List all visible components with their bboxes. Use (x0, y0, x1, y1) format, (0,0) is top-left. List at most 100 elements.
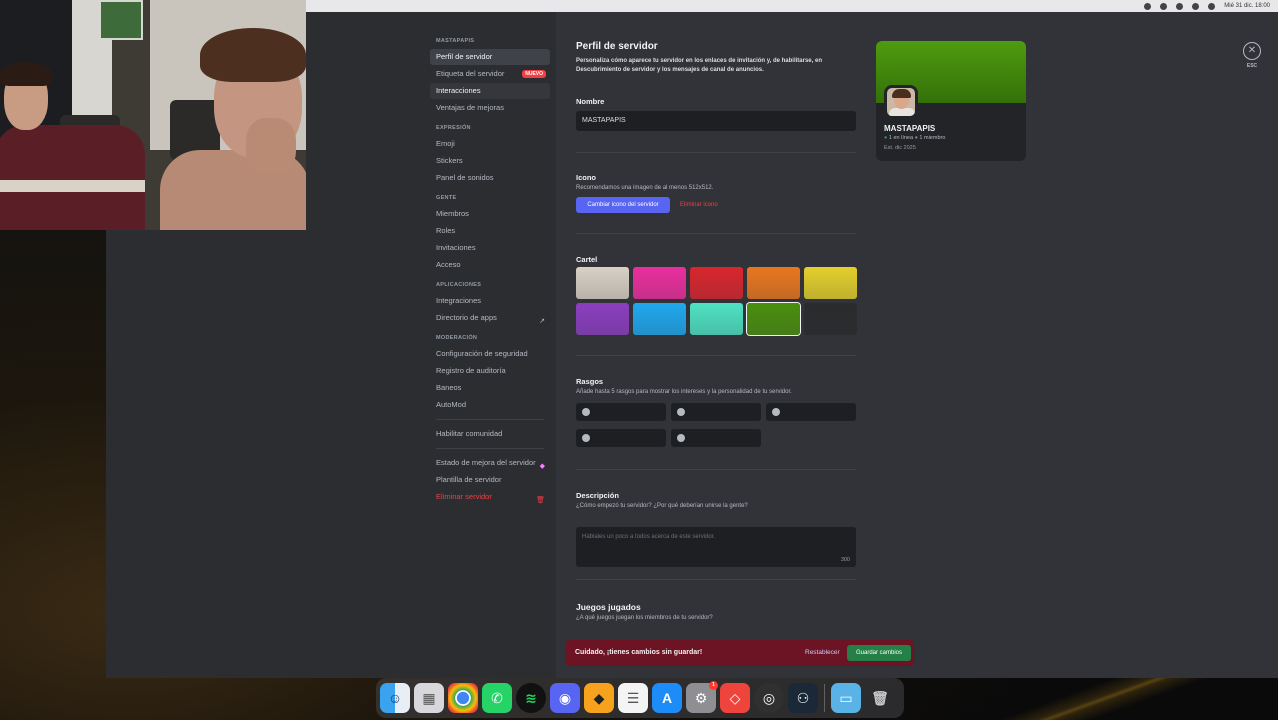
unsaved-changes-message: Cuidado, ¡tienes cambios sin guardar! (575, 649, 703, 656)
icon-hint: Recomendamos una imagen de al menos 512x… (576, 185, 714, 191)
nav-item-safety-setup[interactable]: Configuración de seguridad (430, 346, 550, 362)
emoji-picker-icon[interactable] (772, 408, 780, 416)
nav-item-emoji[interactable]: Emoji (430, 136, 550, 152)
spotify-icon[interactable]: ≋ (516, 683, 546, 713)
section-divider (576, 579, 856, 580)
preview-online: 1 en línea (888, 135, 914, 141)
notification-badge: 1 (709, 681, 718, 690)
nav-item-soundboard[interactable]: Panel de sonidos (430, 170, 550, 186)
banner-swatch[interactable] (690, 267, 743, 299)
nav-item-audit-log[interactable]: Registro de auditoría (430, 363, 550, 379)
nav-item-server-template[interactable]: Plantilla de servidor (430, 472, 550, 488)
trait-input[interactable] (576, 429, 666, 447)
description-char-count: 300 (840, 557, 850, 563)
finder-icon[interactable]: ☺ (380, 683, 410, 713)
control-center-icon[interactable] (1192, 2, 1200, 10)
banner-swatch[interactable] (747, 303, 800, 335)
description-label: Descripción (576, 491, 619, 500)
nav-item-label: Directorio de apps (436, 313, 497, 322)
banner-color-swatches (576, 267, 858, 335)
nav-item-access[interactable]: Acceso (430, 257, 550, 273)
maps-icon[interactable]: ◆ (584, 683, 614, 713)
server-name-input[interactable]: MASTAPAPIS (576, 111, 856, 131)
close-icon[interactable]: ✕ (1243, 42, 1261, 60)
banner-swatch[interactable] (804, 303, 857, 335)
page-title: Perfil de servidor (576, 41, 658, 52)
whatsapp-icon[interactable]: ✆ (482, 683, 512, 713)
nav-item-automod[interactable]: AutoMod (430, 397, 550, 413)
app-store-icon[interactable]: A (652, 683, 682, 713)
description-textarea[interactable]: Háblales un poco a todos acerca de este … (576, 527, 856, 567)
nav-item-enable-community[interactable]: Habilitar comunidad (430, 426, 550, 442)
trait-input[interactable] (671, 429, 761, 447)
wifi-icon[interactable] (1160, 2, 1168, 10)
banner-swatch[interactable] (576, 303, 629, 335)
nav-item-bans[interactable]: Baneos (430, 380, 550, 396)
obs-icon[interactable]: ◎ (754, 683, 784, 713)
emoji-picker-icon[interactable] (582, 434, 590, 442)
page-description: Personaliza cómo aparece tu servidor en … (576, 58, 822, 73)
remove-icon-button[interactable]: Eliminar icono (676, 197, 722, 213)
change-icon-button[interactable]: Cambiar icono del servidor (576, 197, 670, 213)
online-dot-icon: ● (884, 135, 888, 141)
reset-button[interactable]: Restablecer (805, 640, 840, 666)
nav-item-stickers[interactable]: Stickers (430, 153, 550, 169)
games-hint: ¿A qué juegos juegan los miembros de tu … (576, 615, 713, 621)
trait-input[interactable] (671, 403, 761, 421)
banner-swatch[interactable] (804, 267, 857, 299)
emoji-picker-icon[interactable] (677, 408, 685, 416)
banner-swatch[interactable] (576, 267, 629, 299)
discord-icon[interactable]: ◉ (550, 683, 580, 713)
emoji-picker-icon[interactable] (582, 408, 590, 416)
nav-item-boost-status[interactable]: Estado de mejora del servidor ◆ (430, 455, 550, 471)
trash-icon: 🗑 (536, 497, 545, 504)
trash-icon[interactable]: 🗑 (865, 683, 895, 713)
emoji-picker-icon[interactable] (677, 434, 685, 442)
name-label: Nombre (576, 97, 605, 106)
nav-item-app-directory[interactable]: Directorio de apps ↗ (430, 310, 550, 326)
banner-swatch[interactable] (747, 267, 800, 299)
reminders-icon[interactable]: ☰ (618, 683, 648, 713)
system-settings-icon[interactable]: ⚙ 1 (686, 681, 718, 713)
siri-icon[interactable] (1208, 2, 1216, 10)
close-settings-button[interactable]: ✕ ESC (1238, 42, 1266, 69)
nav-item-delete-server[interactable]: Eliminar servidor 🗑 (430, 489, 550, 505)
nav-category-moderation: MODERACIÓN (436, 335, 478, 341)
nav-item-interactions[interactable]: Interacciones (430, 83, 550, 99)
macos-dock: ☺ ▦ ✆ ≋ ◉ ◆ ☰ A ⚙ 1 ◇ ◎ ⚇ ▭ 🗑 (376, 678, 904, 718)
traits-label: Rasgos (576, 377, 604, 386)
menu-bar: Mié 31 dic. 18:00 (306, 0, 1278, 12)
banner-swatch[interactable] (690, 303, 743, 335)
save-changes-button[interactable]: Guardar cambios (847, 645, 911, 661)
nav-item-members[interactable]: Miembros (430, 206, 550, 222)
trait-input[interactable] (766, 403, 856, 421)
nav-item-label: Estado de mejora del servidor (436, 458, 536, 467)
record-icon[interactable] (1144, 2, 1152, 10)
banner-swatch[interactable] (633, 303, 686, 335)
server-preview-card: MASTAPAPIS ● 1 en línea ● 1 miembro Est.… (876, 41, 1026, 161)
menu-bar-clock[interactable]: Mié 31 dic. 18:00 (1224, 3, 1270, 9)
banner-swatch[interactable] (633, 267, 686, 299)
nav-item-label: Etiqueta del servidor (436, 69, 505, 78)
launchpad-icon[interactable]: ▦ (414, 683, 444, 713)
nav-category-people: GENTE (436, 195, 457, 201)
steam-icon[interactable]: ⚇ (788, 683, 818, 713)
nav-category-expression: EXPRESIÓN (436, 125, 471, 131)
games-title: Juegos jugados (576, 602, 641, 612)
search-icon[interactable] (1176, 2, 1184, 10)
server-avatar (884, 85, 918, 119)
nav-item-boost-perks[interactable]: Ventajas de mejoras (430, 100, 550, 116)
nav-item-server-profile[interactable]: Perfil de servidor (430, 49, 550, 65)
downloads-folder-icon[interactable]: ▭ (831, 683, 861, 713)
server-profile-content: Perfil de servidor Personaliza cómo apar… (576, 12, 1276, 678)
nav-category-server: MASTAPAPIS (436, 38, 475, 44)
nav-item-server-tag[interactable]: Etiqueta del servidor NUEVO (430, 66, 550, 82)
chrome-icon[interactable] (448, 683, 478, 713)
wall-picture (99, 0, 143, 40)
webcam-overlay (0, 0, 306, 230)
anydesk-icon[interactable]: ◇ (720, 683, 750, 713)
nav-item-roles[interactable]: Roles (430, 223, 550, 239)
trait-input[interactable] (576, 403, 666, 421)
nav-item-integrations[interactable]: Integraciones (430, 293, 550, 309)
nav-item-invites[interactable]: Invitaciones (430, 240, 550, 256)
